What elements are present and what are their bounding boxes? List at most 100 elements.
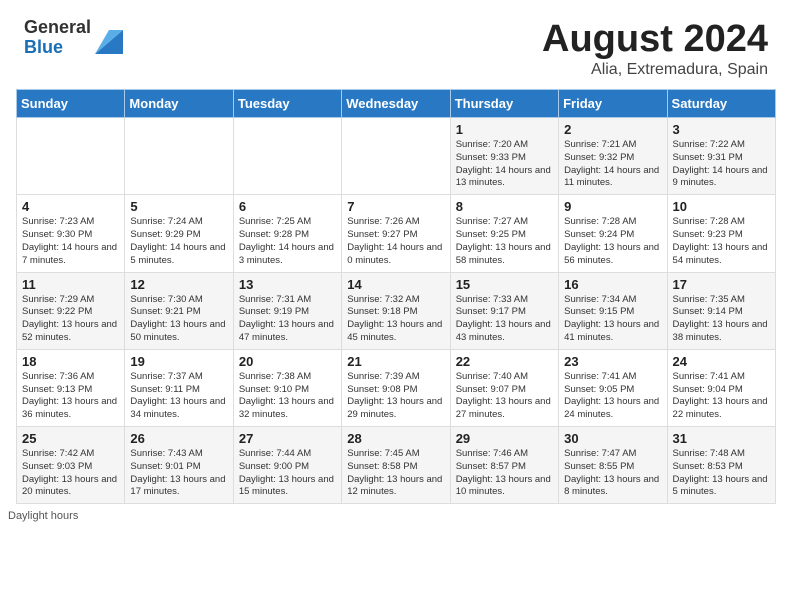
calendar-body: 1Sunrise: 7:20 AM Sunset: 9:33 PM Daylig… (17, 118, 776, 504)
day-number: 6 (239, 199, 336, 214)
calendar-wrapper: SundayMondayTuesdayWednesdayThursdayFrid… (0, 89, 792, 504)
day-info: Sunrise: 7:37 AM Sunset: 9:11 PM Dayligh… (130, 371, 227, 422)
day-cell: 8 Sunrise: 7:27 AM Sunset: 9:25 PM Daylig… (450, 195, 558, 272)
day-cell: 25 Sunrise: 7:42 AM Sunset: 9:03 PM Dayli… (17, 427, 125, 504)
week-row-1: 1Sunrise: 7:20 AM Sunset: 9:33 PM Daylig… (17, 118, 776, 195)
header-row: SundayMondayTuesdayWednesdayThursdayFrid… (17, 90, 776, 118)
calendar-table: SundayMondayTuesdayWednesdayThursdayFrid… (16, 89, 776, 504)
day-number: 24 (673, 354, 770, 369)
header-sunday: Sunday (17, 90, 125, 118)
day-number: 8 (456, 199, 553, 214)
day-info: Sunrise: 7:46 AM Sunset: 8:57 PM Dayligh… (456, 448, 553, 499)
day-info: Sunrise: 7:48 AM Sunset: 8:53 PM Dayligh… (673, 448, 770, 499)
logo-icon (95, 22, 123, 54)
day-cell: 20 Sunrise: 7:38 AM Sunset: 9:10 PM Dayli… (233, 349, 341, 426)
day-cell: 22 Sunrise: 7:40 AM Sunset: 9:07 PM Dayli… (450, 349, 558, 426)
logo-general: General (24, 18, 91, 38)
day-info: Sunrise: 7:28 AM Sunset: 9:24 PM Dayligh… (564, 216, 661, 267)
header-thursday: Thursday (450, 90, 558, 118)
header-wednesday: Wednesday (342, 90, 450, 118)
logo-blue: Blue (24, 38, 91, 58)
day-info: Sunrise: 7:41 AM Sunset: 9:04 PM Dayligh… (673, 371, 770, 422)
day-info: Sunrise: 7:34 AM Sunset: 9:15 PM Dayligh… (564, 294, 661, 345)
day-cell: 21 Sunrise: 7:39 AM Sunset: 9:08 PM Dayli… (342, 349, 450, 426)
day-number: 11 (22, 277, 119, 292)
day-info: Sunrise: 7:30 AM Sunset: 9:21 PM Dayligh… (130, 294, 227, 345)
day-cell: 19 Sunrise: 7:37 AM Sunset: 9:11 PM Dayli… (125, 349, 233, 426)
week-row-4: 18 Sunrise: 7:36 AM Sunset: 9:13 PM Dayli… (17, 349, 776, 426)
day-cell: 24 Sunrise: 7:41 AM Sunset: 9:04 PM Dayli… (667, 349, 775, 426)
day-number: 22 (456, 354, 553, 369)
day-cell: 14 Sunrise: 7:32 AM Sunset: 9:18 PM Dayli… (342, 272, 450, 349)
daylight-label: Daylight hours (8, 510, 78, 522)
day-info: Sunrise: 7:42 AM Sunset: 9:03 PM Dayligh… (22, 448, 119, 499)
subtitle: Alia, Extremadura, Spain (542, 61, 768, 79)
day-number: 12 (130, 277, 227, 292)
day-number: 7 (347, 199, 444, 214)
day-cell: 16 Sunrise: 7:34 AM Sunset: 9:15 PM Dayli… (559, 272, 667, 349)
day-info: Sunrise: 7:38 AM Sunset: 9:10 PM Dayligh… (239, 371, 336, 422)
day-cell: 15 Sunrise: 7:33 AM Sunset: 9:17 PM Dayli… (450, 272, 558, 349)
day-number: 15 (456, 277, 553, 292)
day-cell: 26Sunrise: 7:43 AM Sunset: 9:01 PM Dayli… (125, 427, 233, 504)
day-info: Sunrise: 7:28 AM Sunset: 9:23 PM Dayligh… (673, 216, 770, 267)
day-cell: 29 Sunrise: 7:46 AM Sunset: 8:57 PM Dayli… (450, 427, 558, 504)
day-cell: 17 Sunrise: 7:35 AM Sunset: 9:14 PM Dayli… (667, 272, 775, 349)
day-info: Sunrise: 7:33 AM Sunset: 9:17 PM Dayligh… (456, 294, 553, 345)
day-cell: 3Sunrise: 7:22 AM Sunset: 9:31 PM Daylig… (667, 118, 775, 195)
day-number: 17 (673, 277, 770, 292)
week-row-2: 4 Sunrise: 7:23 AM Sunset: 9:30 PM Daylig… (17, 195, 776, 272)
day-info: Sunrise: 7:31 AM Sunset: 9:19 PM Dayligh… (239, 294, 336, 345)
footer-note: Daylight hours (0, 504, 792, 526)
week-row-5: 25 Sunrise: 7:42 AM Sunset: 9:03 PM Dayli… (17, 427, 776, 504)
day-info: Sunrise: 7:32 AM Sunset: 9:18 PM Dayligh… (347, 294, 444, 345)
day-info: Sunrise: 7:44 AM Sunset: 9:00 PM Dayligh… (239, 448, 336, 499)
day-number: 27 (239, 431, 336, 446)
day-cell: 31Sunrise: 7:48 AM Sunset: 8:53 PM Dayli… (667, 427, 775, 504)
title-block: August 2024 Alia, Extremadura, Spain (542, 18, 768, 79)
day-info: Sunrise: 7:47 AM Sunset: 8:55 PM Dayligh… (564, 448, 661, 499)
day-info: Sunrise: 7:36 AM Sunset: 9:13 PM Dayligh… (22, 371, 119, 422)
day-number: 29 (456, 431, 553, 446)
day-cell: 2Sunrise: 7:21 AM Sunset: 9:32 PM Daylig… (559, 118, 667, 195)
day-number: 16 (564, 277, 661, 292)
day-info: Sunrise: 7:23 AM Sunset: 9:30 PM Dayligh… (22, 216, 119, 267)
day-cell (233, 118, 341, 195)
day-number: 21 (347, 354, 444, 369)
day-info: Sunrise: 7:27 AM Sunset: 9:25 PM Dayligh… (456, 216, 553, 267)
day-number: 4 (22, 199, 119, 214)
day-cell (125, 118, 233, 195)
day-cell: 1Sunrise: 7:20 AM Sunset: 9:33 PM Daylig… (450, 118, 558, 195)
day-info: Sunrise: 7:22 AM Sunset: 9:31 PM Dayligh… (673, 139, 770, 190)
day-number: 18 (22, 354, 119, 369)
day-number: 25 (22, 431, 119, 446)
day-info: Sunrise: 7:25 AM Sunset: 9:28 PM Dayligh… (239, 216, 336, 267)
week-row-3: 11Sunrise: 7:29 AM Sunset: 9:22 PM Dayli… (17, 272, 776, 349)
day-info: Sunrise: 7:45 AM Sunset: 8:58 PM Dayligh… (347, 448, 444, 499)
day-number: 13 (239, 277, 336, 292)
logo: General Blue (24, 18, 123, 58)
day-number: 14 (347, 277, 444, 292)
header-monday: Monday (125, 90, 233, 118)
day-cell (342, 118, 450, 195)
calendar-header: SundayMondayTuesdayWednesdayThursdayFrid… (17, 90, 776, 118)
day-info: Sunrise: 7:35 AM Sunset: 9:14 PM Dayligh… (673, 294, 770, 345)
day-cell: 28Sunrise: 7:45 AM Sunset: 8:58 PM Dayli… (342, 427, 450, 504)
day-cell: 7Sunrise: 7:26 AM Sunset: 9:27 PM Daylig… (342, 195, 450, 272)
day-number: 20 (239, 354, 336, 369)
day-cell: 27 Sunrise: 7:44 AM Sunset: 9:00 PM Dayli… (233, 427, 341, 504)
day-info: Sunrise: 7:39 AM Sunset: 9:08 PM Dayligh… (347, 371, 444, 422)
day-number: 30 (564, 431, 661, 446)
day-number: 23 (564, 354, 661, 369)
day-cell: 11Sunrise: 7:29 AM Sunset: 9:22 PM Dayli… (17, 272, 125, 349)
day-cell: 13 Sunrise: 7:31 AM Sunset: 9:19 PM Dayli… (233, 272, 341, 349)
day-info: Sunrise: 7:40 AM Sunset: 9:07 PM Dayligh… (456, 371, 553, 422)
day-number: 2 (564, 122, 661, 137)
day-number: 19 (130, 354, 227, 369)
day-cell: 23Sunrise: 7:41 AM Sunset: 9:05 PM Dayli… (559, 349, 667, 426)
day-cell: 5Sunrise: 7:24 AM Sunset: 9:29 PM Daylig… (125, 195, 233, 272)
main-title: August 2024 (542, 18, 768, 61)
header-tuesday: Tuesday (233, 90, 341, 118)
day-cell: 30 Sunrise: 7:47 AM Sunset: 8:55 PM Dayli… (559, 427, 667, 504)
header-friday: Friday (559, 90, 667, 118)
